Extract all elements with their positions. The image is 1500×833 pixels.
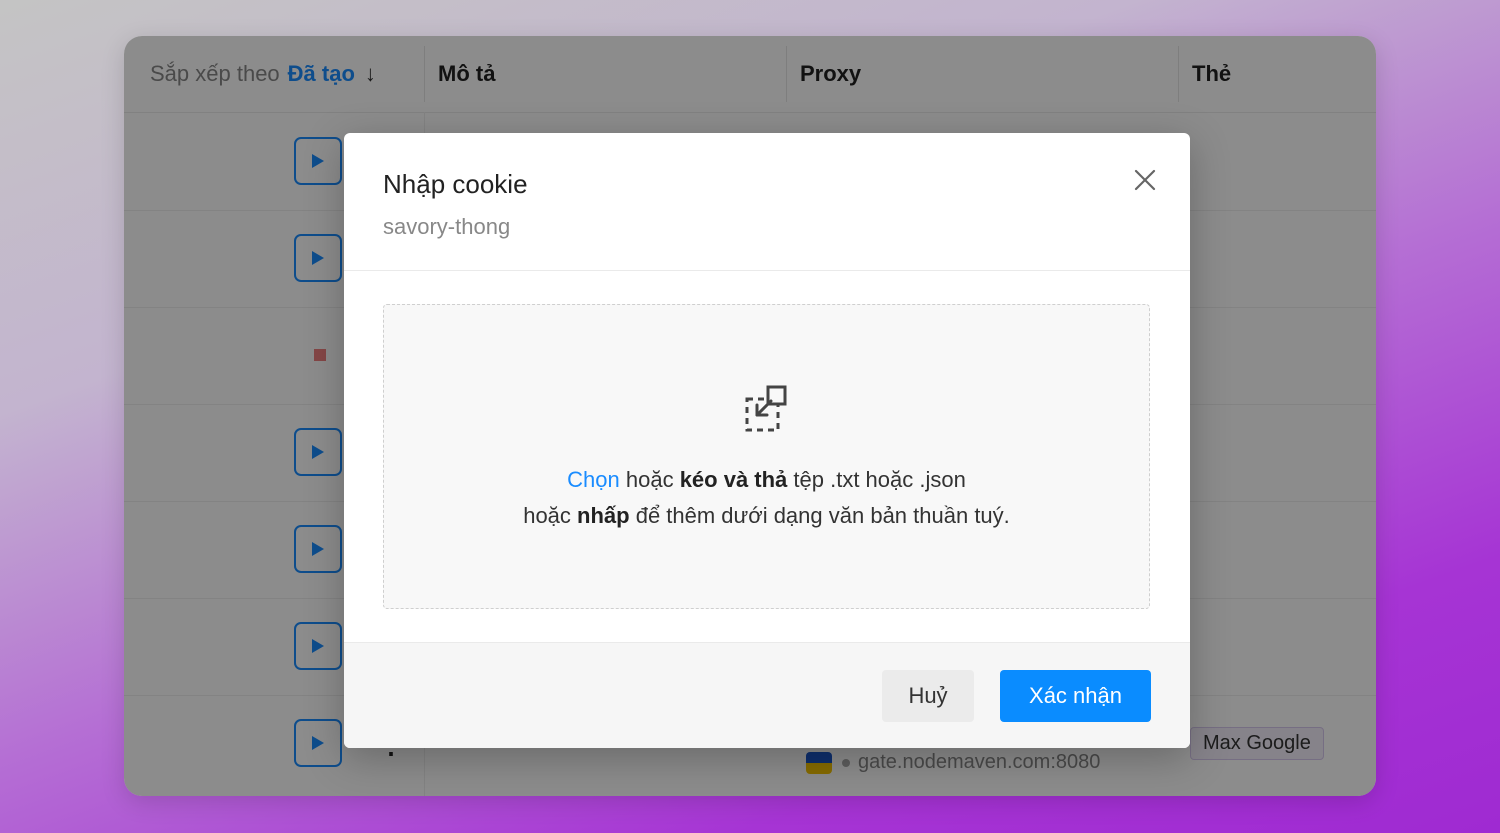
dropzone-text: hoặc xyxy=(523,503,578,528)
choose-file-link[interactable]: Chọn xyxy=(567,467,620,492)
dialog-footer: Huỷ Xác nhận xyxy=(344,643,1190,748)
dropzone-text: hoặc xyxy=(619,467,680,492)
dropzone-text: để thêm dưới dạng văn bản thuần tuý. xyxy=(629,503,1010,528)
close-button[interactable] xyxy=(1128,163,1162,197)
confirm-button[interactable]: Xác nhận xyxy=(1000,670,1151,722)
dropzone-text: tệp .txt hoặc .json xyxy=(787,467,966,492)
dropzone-instructions: hoặc nhấp để thêm dưới dạng văn bản thuầ… xyxy=(384,503,1149,529)
file-dropzone[interactable]: Chọn hoặc kéo và thả tệp .txt hoặc .json… xyxy=(383,304,1150,609)
import-icon xyxy=(745,385,787,432)
dropzone-instructions: Chọn hoặc kéo và thả tệp .txt hoặc .json xyxy=(384,467,1149,493)
dialog-subtitle: savory-thong xyxy=(383,214,511,239)
close-icon xyxy=(1134,169,1156,191)
import-cookie-dialog: Nhập cookie savory-thong Chọn hoặc kéo v… xyxy=(344,133,1190,748)
dialog-title: Nhập cookie xyxy=(383,169,528,199)
cancel-button[interactable]: Huỷ xyxy=(882,670,974,722)
divider xyxy=(344,270,1190,271)
dropzone-text-bold: kéo và thả xyxy=(679,467,788,492)
dropzone-text-bold[interactable]: nhấp xyxy=(577,503,630,528)
